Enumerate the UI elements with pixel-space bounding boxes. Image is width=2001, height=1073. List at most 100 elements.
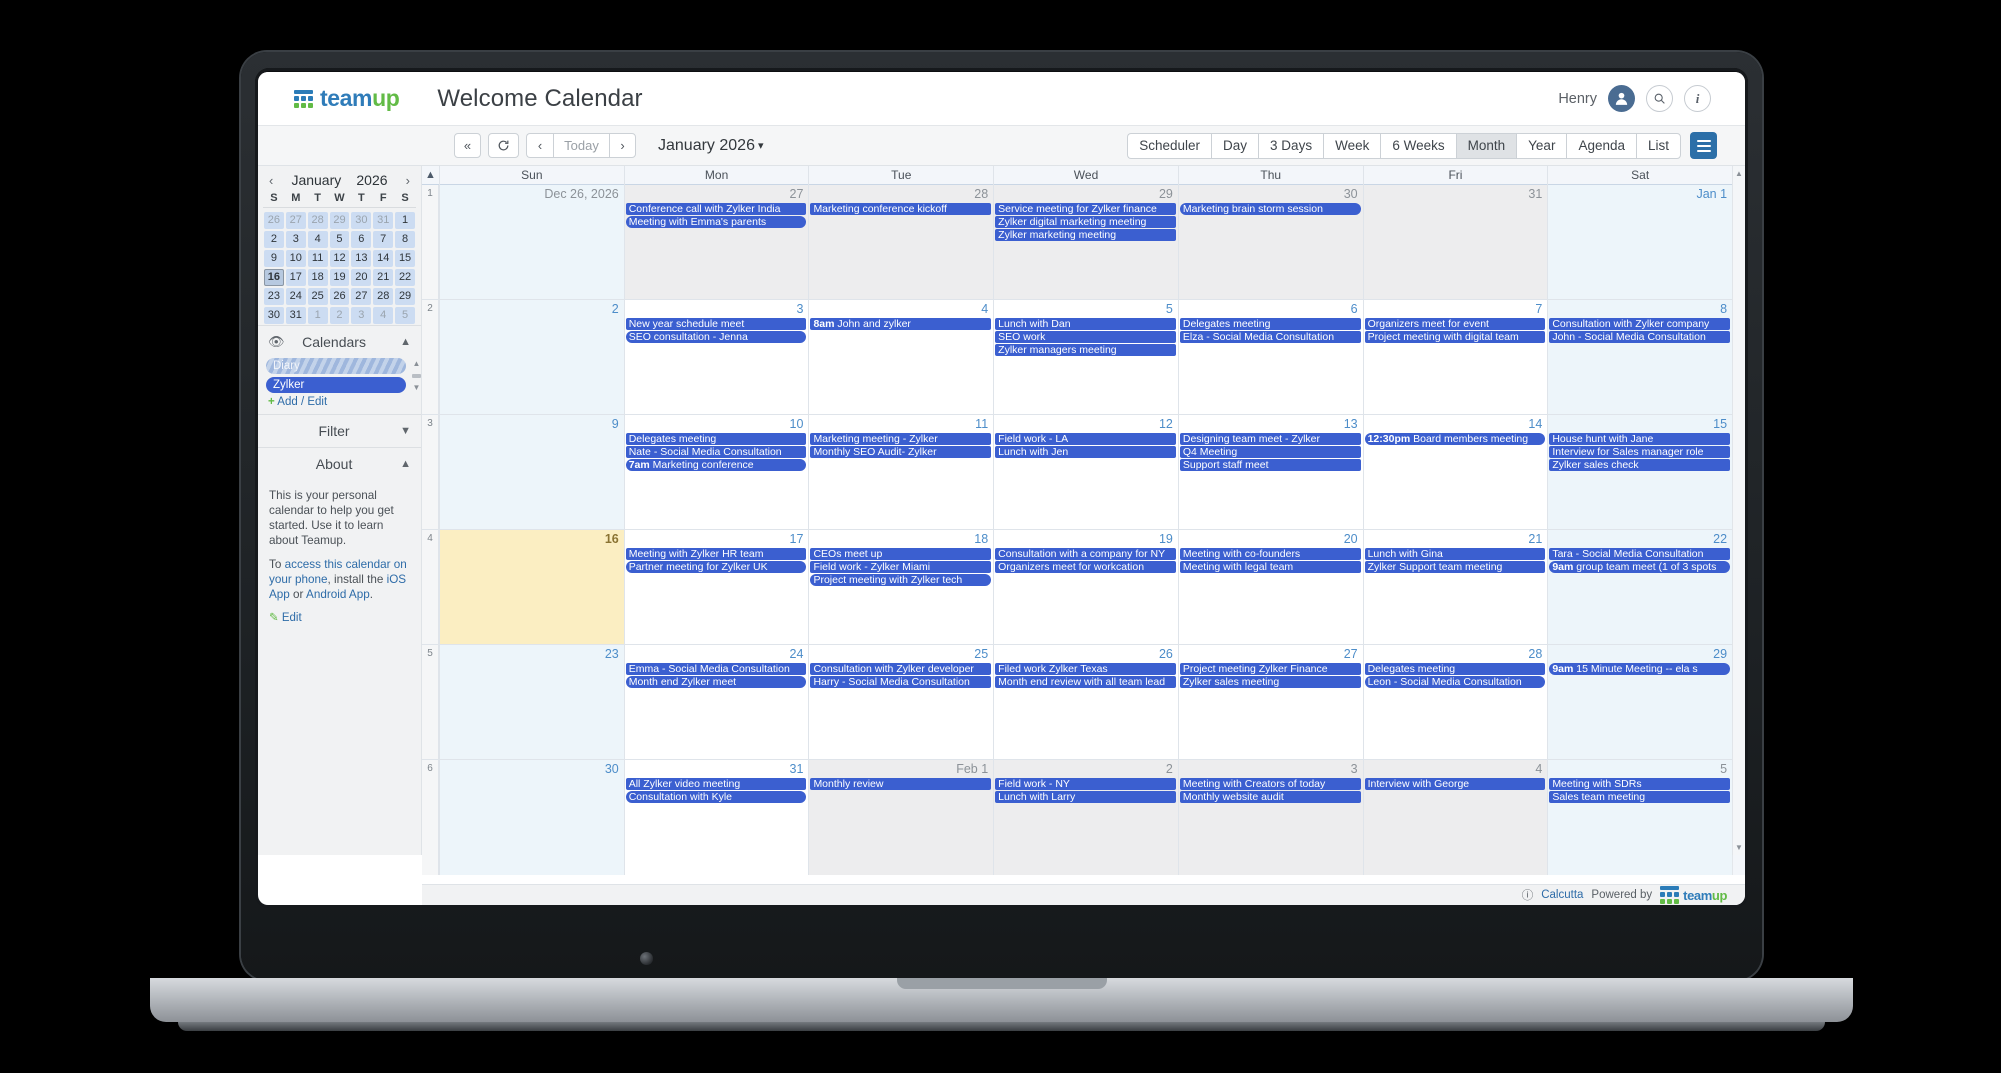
calendar-event[interactable]: Lunch with Larry [995, 791, 1176, 803]
collapse-up-icon[interactable]: ▲ [425, 169, 436, 181]
calendar-event[interactable]: SEO consultation - Jenna [625, 331, 807, 343]
mini-day[interactable]: 27 [351, 288, 372, 305]
mini-day[interactable]: 10 [285, 250, 306, 267]
calendar-event[interactable]: Designing team meet - Zylker [1179, 433, 1361, 445]
mini-day[interactable]: 9 [264, 250, 284, 267]
calendar-vertical-scrollbar[interactable]: ▲ ▼ [1732, 166, 1745, 855]
calendar-event[interactable]: Consultation with a company for NY [995, 548, 1176, 560]
mini-day[interactable]: 20 [351, 269, 372, 286]
mini-day[interactable]: 31 [373, 212, 394, 229]
calendar-event[interactable]: Tara - Social Media Consultation [1549, 548, 1731, 560]
calendar-event[interactable]: 9am group team meet (1 of 3 spots [1549, 561, 1731, 573]
calendar-event[interactable]: Emma - Social Media Consultation [625, 663, 807, 675]
scroll-down-icon[interactable]: ▼ [1735, 843, 1743, 852]
day-cell[interactable]: Dec 26, 2026 [439, 185, 624, 299]
day-cell[interactable]: 19 Consultation with a company for NY Orga… [993, 530, 1178, 644]
mini-calendar-year[interactable]: 2026 [356, 172, 387, 188]
calendar-event[interactable]: Meeting with SDRs [1549, 778, 1731, 790]
day-cell[interactable]: 16 [439, 530, 624, 644]
mini-day[interactable]: 15 [395, 250, 415, 267]
scroll-down-icon[interactable]: ▼ [413, 383, 421, 392]
calendar-event[interactable]: Meeting with Emma's parents [625, 216, 807, 228]
mini-day[interactable]: 19 [329, 269, 350, 286]
day-cell[interactable]: 29 9am 15 Minute Meeting -- ela s [1547, 645, 1733, 759]
view-week[interactable]: Week [1323, 132, 1381, 159]
mini-day[interactable]: 11 [307, 250, 328, 267]
calendar-event[interactable]: SEO work [995, 331, 1176, 343]
day-cell[interactable]: 8 Consultation with Zylker company John - … [1547, 300, 1733, 414]
mini-day[interactable]: 3 [285, 231, 306, 248]
calendar-event[interactable]: Zylker managers meeting [995, 344, 1176, 356]
mini-day[interactable]: 2 [264, 231, 284, 248]
mini-calendar-grid[interactable]: S M T W T F S 26 27 28 29 30 31 1 2 3 4 5 6 7 8 9 10 11 12 13 14 15… [258, 192, 421, 325]
mini-day[interactable]: 4 [373, 307, 394, 324]
calendar-event[interactable]: Delegates meeting [1364, 663, 1546, 675]
calendar-event[interactable]: Consultation with Kyle [625, 791, 807, 803]
day-cell[interactable]: 27 Project meeting Zylker Finance Zylker s… [1177, 645, 1363, 759]
today-button[interactable]: Today [553, 133, 609, 158]
calendar-event[interactable]: Month end Zylker meet [625, 676, 807, 688]
day-cell[interactable]: 30 Marketing brain storm session [1177, 185, 1363, 299]
scroll-thumb[interactable] [412, 373, 421, 378]
mini-day[interactable]: 12 [329, 250, 350, 267]
calendar-event[interactable]: Service meeting for Zylker finance [995, 203, 1176, 215]
view-agenda[interactable]: Agenda [1566, 132, 1636, 159]
calendar-event[interactable]: Leon - Social Media Consultation [1364, 676, 1546, 688]
mini-day[interactable]: 29 [395, 288, 415, 305]
calendar-event[interactable]: Zylker sales check [1549, 459, 1731, 471]
calendar-event[interactable]: 9am 15 Minute Meeting -- ela s [1549, 663, 1731, 675]
day-cell[interactable]: 13 Designing team meet - Zylker Q4 Meeting… [1177, 415, 1363, 529]
mini-day[interactable]: 26 [329, 288, 350, 305]
mini-day[interactable]: 14 [373, 250, 394, 267]
mini-day[interactable]: 28 [307, 212, 328, 229]
mini-day[interactable]: 28 [373, 288, 394, 305]
mini-day[interactable]: 21 [373, 269, 394, 286]
calendar-event[interactable]: 8am John and zylker [810, 318, 992, 330]
calendars-section-header[interactable]: 👁 Calendars ▲ [258, 325, 421, 358]
jump-back-button[interactable]: « [454, 133, 481, 158]
calendar-event[interactable]: Support staff meet [1179, 459, 1361, 471]
calendar-event[interactable]: Filed work Zylker Texas [995, 663, 1176, 675]
view-day[interactable]: Day [1211, 132, 1259, 159]
calendar-event[interactable]: Monthly review [810, 778, 992, 790]
eye-icon[interactable]: 👁 [268, 334, 285, 350]
mini-day[interactable]: 2 [329, 307, 350, 324]
calendar-event[interactable]: Zylker Support team meeting [1364, 561, 1546, 573]
day-cell[interactable]: 24 Emma - Social Media Consultation Month … [623, 645, 809, 759]
day-cell[interactable]: 15 House hunt with Jane Interview for Sale… [1547, 415, 1733, 529]
calendar-event[interactable]: Delegates meeting [1179, 318, 1361, 330]
calendar-event[interactable]: Zylker sales meeting [1179, 676, 1361, 688]
calendar-event[interactable]: Consultation with Zylker company [1549, 318, 1731, 330]
calendar-event[interactable]: Meeting with legal team [1179, 561, 1361, 573]
calendar-event[interactable]: Interview with George [1364, 778, 1546, 790]
mini-day[interactable]: 17 [285, 269, 306, 286]
day-cell[interactable]: 29 Service meeting for Zylker finance Zylk… [993, 185, 1178, 299]
day-cell[interactable]: 3 New year schedule meet SEO consultation … [623, 300, 809, 414]
view-6-weeks[interactable]: 6 Weeks [1380, 132, 1456, 159]
calendar-event[interactable]: Project meeting with Zylker tech [810, 574, 992, 586]
mini-day[interactable]: 1 [395, 212, 415, 229]
day-cell[interactable]: 12 Field work - LA Lunch with Jen [993, 415, 1178, 529]
teamup-logo[interactable]: teamup [294, 85, 400, 112]
calendar-event[interactable]: Monthly SEO Audit- Zylker [810, 446, 992, 458]
calendar-event[interactable]: All Zylker video meeting [625, 778, 807, 790]
day-cell[interactable]: 7 Organizers meet for event Project meetin… [1362, 300, 1548, 414]
calendar-event[interactable]: CEOs meet up [810, 548, 992, 560]
day-cell[interactable]: Feb 1 Monthly review [808, 760, 994, 875]
day-cell[interactable]: 21 Lunch with Gina Zylker Support team mee… [1362, 530, 1548, 644]
mini-day[interactable]: 23 [264, 288, 284, 305]
mini-day[interactable]: 30 [264, 307, 284, 324]
mini-day[interactable]: 25 [307, 288, 328, 305]
day-cell[interactable]: 4 Interview with George [1362, 760, 1548, 875]
mini-day[interactable]: 27 [285, 212, 306, 229]
day-cell[interactable]: 30 [439, 760, 624, 875]
calendar-event[interactable]: Monthly website audit [1179, 791, 1361, 803]
mini-next-month-icon[interactable]: › [403, 173, 413, 188]
calendar-event[interactable]: Zylker marketing meeting [995, 229, 1176, 241]
week-number[interactable]: 6 [422, 760, 439, 875]
mini-day[interactable]: 22 [395, 269, 415, 286]
calendar-event[interactable]: Field work - LA [995, 433, 1176, 445]
calendar-event[interactable]: Meeting with Zylker HR team [625, 548, 807, 560]
view-3-days[interactable]: 3 Days [1258, 132, 1324, 159]
about-section-header[interactable]: About ▲ [258, 447, 421, 480]
